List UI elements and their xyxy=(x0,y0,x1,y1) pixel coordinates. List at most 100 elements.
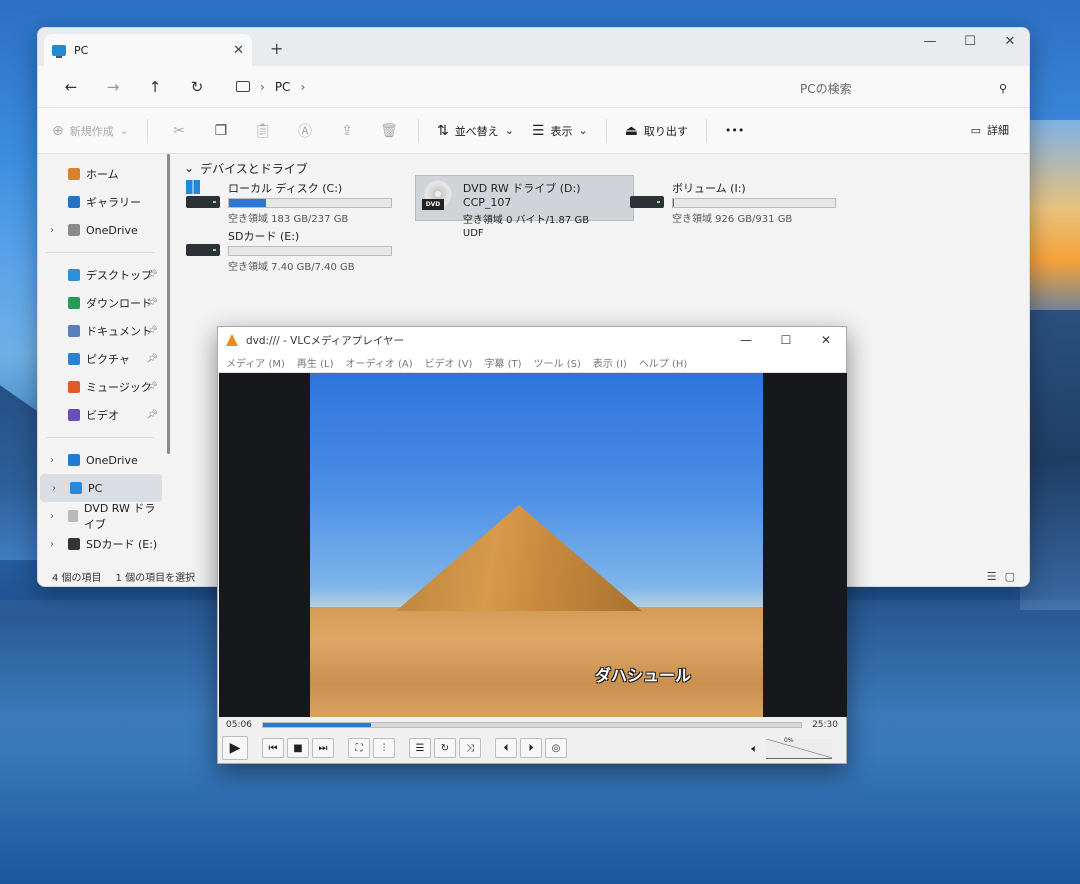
vlc-title: dvd:/// - VLCメディアプレイヤー xyxy=(246,334,404,347)
delete-icon[interactable]: 🗑︎ xyxy=(376,123,402,139)
sidebar-item-gallery[interactable]: ギャラリー xyxy=(38,188,162,216)
new-tab-button[interactable]: + xyxy=(270,39,283,58)
sidebar-item-music[interactable]: ミュージック 📌︎ xyxy=(38,373,162,401)
close-window-button[interactable]: ✕ xyxy=(806,327,846,353)
sidebar-item-document[interactable]: ドキュメント 📌︎ xyxy=(38,317,162,345)
menu-tools[interactable]: ツール (S) xyxy=(534,355,581,370)
chevron-right-icon[interactable]: › xyxy=(260,80,265,94)
drive-name: DVD RW ドライブ (D:) CCP_107 xyxy=(462,182,581,209)
disc-icon xyxy=(68,510,79,522)
chevron-right-icon[interactable]: › xyxy=(50,455,54,466)
next-frame-button[interactable]: ⏵ xyxy=(520,738,542,758)
loop-button[interactable]: ↻ xyxy=(434,738,456,758)
details-view-icon[interactable]: ☰ xyxy=(987,570,997,583)
sidebar-item-label: デスクトップ xyxy=(86,269,152,282)
playlist-button[interactable]: ☰ xyxy=(409,738,431,758)
back-button[interactable]: ← xyxy=(50,78,92,96)
dvd-badge: DVD xyxy=(422,199,444,210)
chevron-right-icon[interactable]: › xyxy=(52,483,56,494)
menu-media[interactable]: メディア (M) xyxy=(226,355,285,370)
cut-icon[interactable]: ✂ xyxy=(166,123,192,139)
stop-button[interactable]: ■ xyxy=(287,738,309,758)
shuffle-button[interactable]: ⤨ xyxy=(459,738,481,758)
new-button[interactable]: ⊕ 新規作成 ⌄ xyxy=(52,123,129,139)
video-icon xyxy=(68,409,80,421)
sidebar-item-label: OneDrive xyxy=(86,453,138,467)
sidebar-item-drive[interactable]: › SDカード (E:) xyxy=(38,530,162,558)
fullscreen-button[interactable]: ⛶ xyxy=(348,738,370,758)
divider xyxy=(605,118,607,143)
seek-slider[interactable] xyxy=(261,722,803,728)
sidebar-item-disc[interactable]: › DVD RW ドライブ xyxy=(38,502,162,531)
speaker-icon[interactable]: 🔈︎ xyxy=(751,742,758,756)
sidebar-item-file[interactable]: › OneDrive xyxy=(38,216,162,244)
paste-icon[interactable]: 📋︎ xyxy=(250,123,276,139)
close-window-button[interactable]: ✕ xyxy=(990,34,1029,49)
drive-e[interactable]: SDカード (E:) 空き領域 7.40 GB/7.40 GB xyxy=(180,224,398,277)
sidebar-item-home[interactable]: ホーム xyxy=(38,160,162,188)
windows-drive-icon xyxy=(186,180,220,210)
up-button[interactable]: ↑ xyxy=(134,78,176,96)
sidebar-item-video[interactable]: ビデオ 📌︎ xyxy=(38,401,162,429)
view-button[interactable]: ☰ 表示 ⌄ xyxy=(532,123,588,139)
drive-usage-bar xyxy=(228,246,392,256)
volume-slider[interactable]: 0% xyxy=(766,737,832,759)
breadcrumb-pc[interactable]: PC xyxy=(275,80,291,94)
more-button[interactable]: ••• xyxy=(725,124,744,137)
tab-pc[interactable]: PC ✕ xyxy=(44,34,252,66)
extended-settings-button[interactable]: ⫶ xyxy=(373,738,395,758)
chevron-right-icon[interactable]: › xyxy=(50,539,54,550)
menu-view[interactable]: 表示 (I) xyxy=(593,355,627,370)
next-button[interactable]: ⏭ xyxy=(312,738,334,758)
chevron-right-icon[interactable]: › xyxy=(50,225,54,236)
menu-playback[interactable]: 再生 (L) xyxy=(297,355,334,370)
dvd-drive-icon: DVD xyxy=(422,180,455,210)
maximize-button[interactable]: ☐ xyxy=(766,327,806,353)
previous-frame-button[interactable]: ⏴ xyxy=(495,738,517,758)
drive-usage-bar xyxy=(672,198,836,208)
sidebar-item-pictures[interactable]: ピクチャ 📌︎ xyxy=(38,345,162,373)
menu-subtitle[interactable]: 字幕 (T) xyxy=(484,355,521,370)
sort-button[interactable]: ⇅ 並べ替え ⌄ xyxy=(437,123,514,139)
gallery-icon xyxy=(68,196,80,208)
view-label: 表示 xyxy=(550,124,573,138)
sidebar-item-label: ダウンロード xyxy=(86,297,152,310)
eject-button[interactable]: ⏏ 取り出す xyxy=(625,123,688,139)
sidebar-item-download[interactable]: ダウンロード 📌︎ xyxy=(38,289,162,317)
drive-c[interactable]: ローカル ディスク (C:) 空き領域 183 GB/237 GB xyxy=(180,176,398,229)
menu-audio[interactable]: オーディオ (A) xyxy=(345,355,412,370)
drive-i[interactable]: ボリューム (I:) 空き領域 926 GB/931 GB xyxy=(624,176,842,229)
drive-d[interactable]: DVD DVD RW ドライブ (D:) CCP_107 空き領域 0 バイト/… xyxy=(415,175,634,239)
rename-icon[interactable]: Ⓐ xyxy=(292,121,318,141)
chevron-right-icon[interactable]: › xyxy=(300,80,305,94)
pc-icon xyxy=(70,482,82,494)
previous-button[interactable]: ⏮ xyxy=(262,738,284,758)
refresh-button[interactable]: ↻ xyxy=(176,78,218,96)
video-area[interactable]: ダハシュール xyxy=(219,373,847,717)
plus-circle-icon: ⊕ xyxy=(52,122,64,139)
sidebar-item-desktop[interactable]: デスクトップ 📌︎ xyxy=(38,261,162,289)
address-bar[interactable]: › PC › xyxy=(228,73,768,101)
menu-help[interactable]: ヘルプ (H) xyxy=(639,355,688,370)
close-tab-icon[interactable]: ✕ xyxy=(233,43,244,58)
menu-video[interactable]: ビデオ (V) xyxy=(425,355,473,370)
chevron-right-icon[interactable]: › xyxy=(50,511,54,522)
details-button[interactable]: ▭ 詳細 xyxy=(971,122,1009,138)
share-icon[interactable]: ⇪ xyxy=(334,123,360,139)
disc-menu-button[interactable]: ◎ xyxy=(545,738,567,758)
divider xyxy=(46,252,154,253)
copy-icon[interactable]: ❐ xyxy=(208,123,234,139)
maximize-button[interactable]: ☐ xyxy=(950,34,990,49)
total-time[interactable]: 25:30 xyxy=(812,720,838,730)
divider xyxy=(417,118,419,143)
search-input[interactable]: PCの検索 ⚲ xyxy=(782,74,1019,102)
sidebar-item-pc[interactable]: › PC xyxy=(40,474,162,502)
forward-button[interactable]: → xyxy=(92,78,134,96)
minimize-button[interactable]: — xyxy=(910,34,950,49)
elapsed-time[interactable]: 05:06 xyxy=(226,720,252,730)
sidebar-item-cloud[interactable]: › OneDrive xyxy=(38,446,162,474)
tiles-view-icon[interactable]: ▢ xyxy=(1005,570,1015,583)
divider xyxy=(146,118,148,143)
play-button[interactable]: ▶ xyxy=(222,736,248,760)
minimize-button[interactable]: — xyxy=(726,327,766,353)
